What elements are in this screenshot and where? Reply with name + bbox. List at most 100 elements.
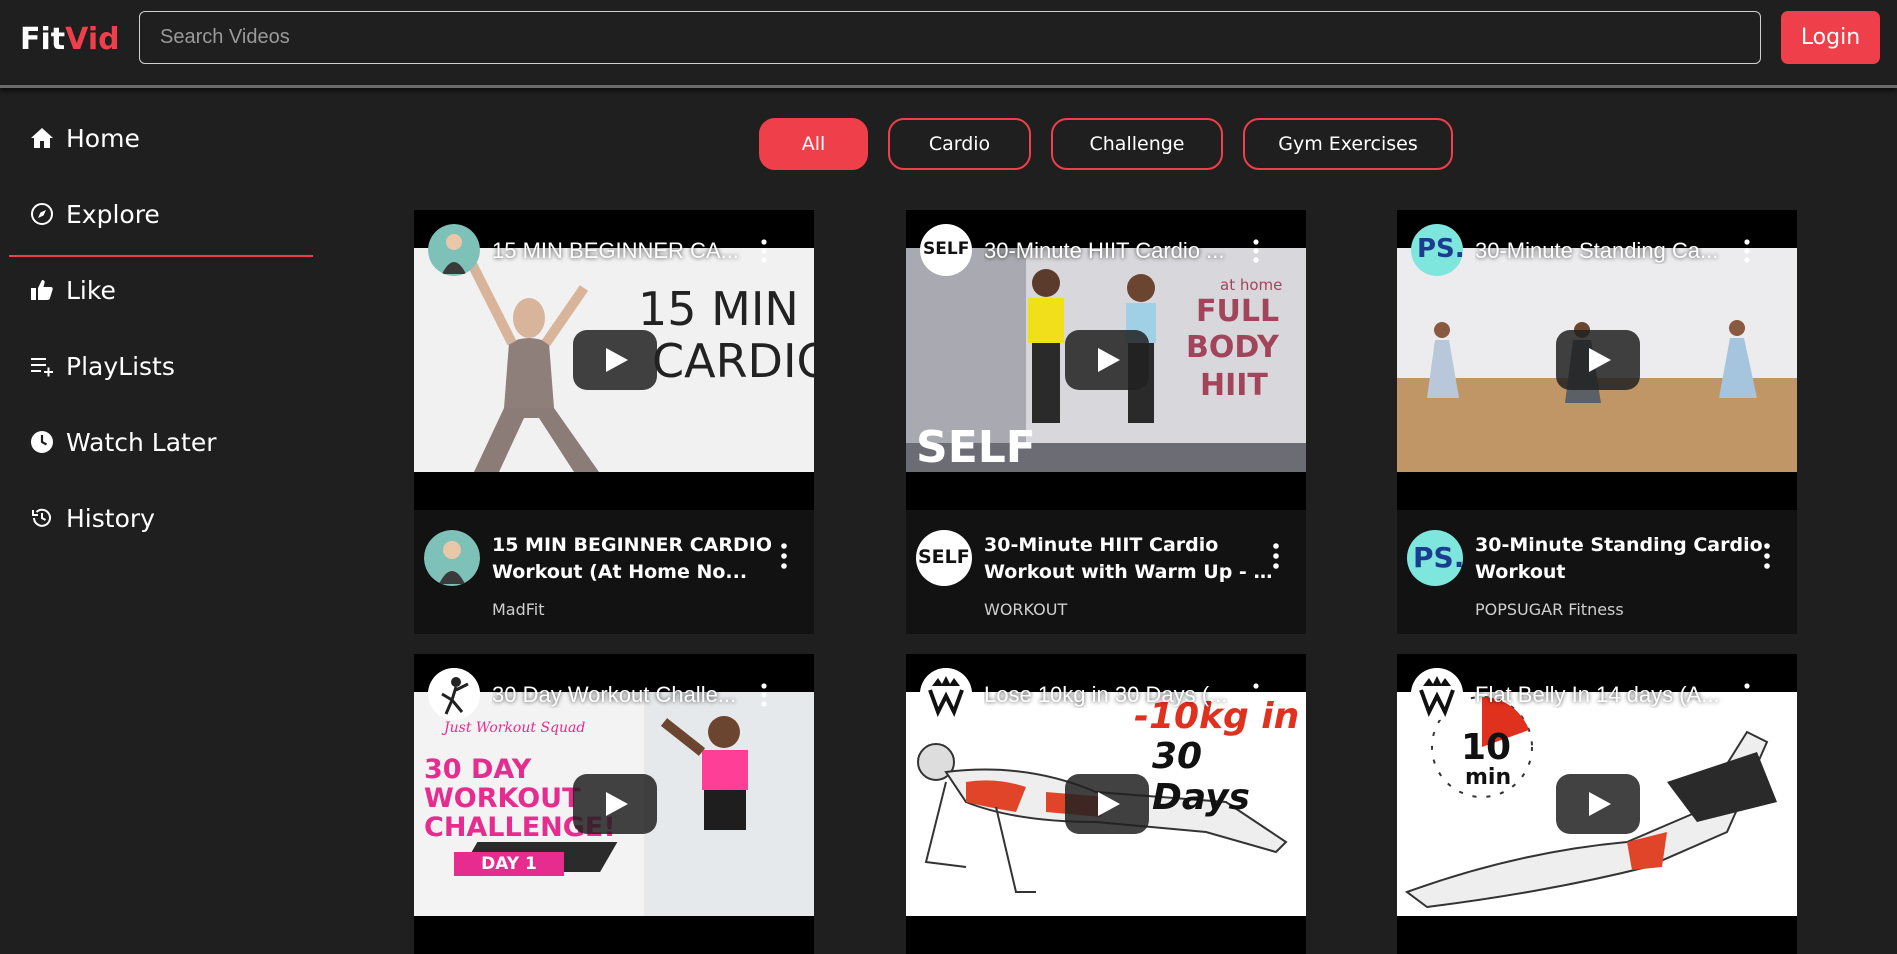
play-button[interactable] (1065, 774, 1149, 834)
video-title-line: 30-Minute HIIT Cardio (984, 534, 1219, 556)
video-player[interactable]: 15 MIN CARDIO 15 MIN BEGINNER CA... (414, 210, 814, 510)
logo[interactable]: FitVid (20, 22, 120, 57)
logo-text-vid: Vid (65, 22, 120, 57)
video-player[interactable]: PS. 30-Minute Standing Ca... (1397, 210, 1797, 510)
channel-avatar[interactable]: PS. (1407, 530, 1463, 586)
sidebar-item-playlists[interactable]: PlayLists (0, 328, 320, 404)
sidebar-item-watch-later[interactable]: Watch Later (0, 404, 320, 480)
video-overlay-title[interactable]: 15 MIN BEGINNER CA... (492, 238, 762, 264)
video-overlay-title[interactable]: 30-Minute HIIT Cardio ... (984, 238, 1254, 264)
channel-avatar[interactable]: SELF (916, 530, 972, 586)
play-button[interactable] (573, 774, 657, 834)
more-options-icon[interactable] (1246, 682, 1266, 708)
channel-name[interactable]: WORKOUT (984, 600, 1067, 619)
video-overlay-title[interactable]: Flat Belly In 14 days (A... (1475, 682, 1745, 708)
video-card[interactable]: PS. 30-Minute Standing Ca... PS. 30-Minu… (1397, 210, 1797, 634)
thumbnail-text: 10 (1461, 727, 1512, 768)
video-overlay-title[interactable]: Lose 10kg in 30 Days (... (984, 682, 1254, 708)
video-card[interactable]: Just Workout Squad 30 DAY WORKOUT CHALLE… (414, 654, 814, 954)
video-title[interactable]: 30-Minute HIIT Cardio Workout with Warm … (984, 532, 1274, 586)
thumbnail-text: WORKOUT (424, 783, 581, 814)
more-options-icon[interactable] (1759, 542, 1775, 570)
video-card[interactable]: 10 min Flat Belly In 14 days (A... (1397, 654, 1797, 954)
video-title-line: 30-Minute Standing Cardio (1475, 534, 1763, 556)
chip-gym-exercises[interactable]: Gym Exercises (1243, 118, 1453, 170)
compass-icon (30, 202, 54, 226)
sidebar-item-history[interactable]: History (0, 480, 320, 556)
video-info: PS. 30-Minute Standing Cardio Workout PO… (1397, 510, 1797, 634)
sidebar-item-label: Home (66, 123, 140, 153)
avatar-text: SELF (918, 546, 970, 568)
play-button[interactable] (1556, 774, 1640, 834)
search-input[interactable] (139, 11, 1761, 64)
channel-avatar[interactable] (428, 668, 480, 720)
chip-challenge[interactable]: Challenge (1051, 118, 1223, 170)
thumbnail-text: at home (1220, 276, 1283, 294)
top-header: FitVid Login (0, 0, 1897, 88)
sidebar-item-label: History (66, 503, 155, 533)
avatar-text: SELF (923, 239, 970, 259)
channel-avatar[interactable]: PS. (1411, 224, 1463, 276)
more-options-icon[interactable] (776, 542, 792, 570)
sidebar-item-label: PlayLists (66, 351, 175, 381)
video-info: 15 MIN BEGINNER CARDIO Workout (At Home … (414, 510, 814, 634)
avatar-text: PS. (1417, 234, 1463, 264)
sidebar-item-label: Watch Later (66, 427, 217, 457)
playlist-add-icon (30, 354, 54, 378)
video-card[interactable]: at home FULL BODY HIIT SELF SELF 30-Minu… (906, 210, 1306, 634)
channel-avatar[interactable] (428, 224, 480, 276)
thumbnail-text: DAY 1 (454, 852, 564, 876)
video-card[interactable]: -10kg in 30 Days Lose 10kg in 30 Days (.… (906, 654, 1306, 954)
chip-cardio[interactable]: Cardio (888, 118, 1031, 170)
video-card[interactable]: 15 MIN CARDIO 15 MIN BEGINNER CA... 15 M… (414, 210, 814, 634)
video-title-line: 15 MIN BEGINNER CARDIO (492, 534, 772, 556)
video-title-line: Workout (1475, 561, 1566, 583)
thumbnail-text: 30 Days (1152, 736, 1250, 818)
sidebar-item-label: Explore (66, 199, 160, 229)
video-overlay-title[interactable]: 30-Minute Standing Ca... (1475, 238, 1745, 264)
video-player[interactable]: at home FULL BODY HIIT SELF SELF 30-Minu… (906, 210, 1306, 510)
sidebar-item-home[interactable]: Home (0, 100, 320, 176)
video-player[interactable]: Just Workout Squad 30 DAY WORKOUT CHALLE… (414, 654, 814, 954)
channel-avatar[interactable] (1411, 668, 1463, 720)
video-overlay-title[interactable]: 30 Day Workout Challe... (492, 682, 762, 708)
play-button[interactable] (1556, 330, 1640, 390)
avatar-text: PS. (1413, 541, 1463, 574)
channel-avatar[interactable]: SELF (920, 224, 972, 276)
video-player[interactable]: -10kg in 30 Days Lose 10kg in 30 Days (.… (906, 654, 1306, 954)
more-options-icon[interactable] (1246, 238, 1266, 264)
more-options-icon[interactable] (754, 682, 774, 708)
play-button[interactable] (573, 330, 657, 390)
sidebar-item-explore[interactable]: Explore (0, 176, 320, 257)
thumbnail-text: CARDIO (652, 334, 814, 388)
play-button[interactable] (1065, 330, 1149, 390)
sidebar-item-like[interactable]: Like (0, 252, 320, 328)
channel-name[interactable]: MadFit (492, 600, 545, 619)
thumbnail-text: BODY (1186, 330, 1279, 365)
video-title-line: Workout with Warm Up - No... (984, 561, 1274, 583)
clock-icon (30, 430, 54, 454)
login-button[interactable]: Login (1781, 11, 1880, 64)
sidebar: Home Explore Like PlayLists Watch Later … (0, 100, 320, 556)
more-options-icon[interactable] (1268, 542, 1284, 570)
logo-text-fit: Fit (20, 22, 66, 57)
sidebar-item-label: Like (66, 275, 116, 305)
video-title[interactable]: 30-Minute Standing Cardio Workout (1475, 532, 1765, 586)
thumbnail-text: SELF (916, 422, 1036, 473)
video-title[interactable]: 15 MIN BEGINNER CARDIO Workout (At Home … (492, 532, 782, 586)
video-player[interactable]: 10 min Flat Belly In 14 days (A... (1397, 654, 1797, 954)
chip-all[interactable]: All (759, 118, 868, 170)
thumbnail-text: min (1465, 765, 1512, 790)
thumbnail-text: 30 DAY (424, 754, 532, 785)
history-icon (30, 506, 54, 530)
thumbnail-text: HIIT (1200, 368, 1268, 403)
more-options-icon[interactable] (1737, 682, 1757, 708)
more-options-icon[interactable] (1737, 238, 1757, 264)
channel-avatar[interactable] (424, 530, 480, 586)
channel-name[interactable]: POPSUGAR Fitness (1475, 600, 1624, 619)
thumbnail-text: Just Workout Squad (444, 720, 586, 736)
thumbnail-text: 15 MIN (638, 282, 799, 336)
more-options-icon[interactable] (754, 238, 774, 264)
video-title-line: Workout (At Home No... (492, 561, 748, 583)
channel-avatar[interactable] (920, 668, 972, 720)
